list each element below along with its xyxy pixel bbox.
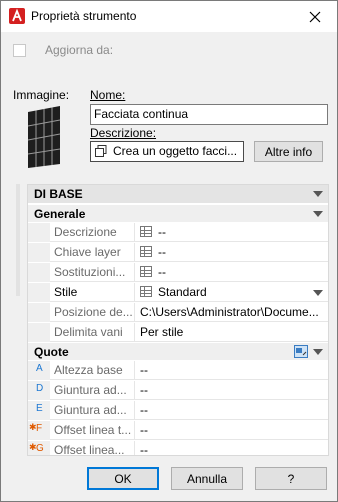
chevron-down-icon <box>313 349 323 355</box>
more-info-button[interactable]: Altre info <box>254 141 323 162</box>
curtain-wall-preview-image <box>27 106 61 168</box>
property-name: Delimita vani <box>50 323 135 342</box>
property-value[interactable]: -- <box>136 441 328 455</box>
close-button[interactable] <box>293 1 337 32</box>
property-value-text: -- <box>158 245 166 259</box>
description-value: Crea un oggetto facci... <box>113 144 238 158</box>
property-value-text: Standard <box>158 285 207 299</box>
property-value[interactable]: C:\Users\Administrator\Docume... <box>136 303 328 322</box>
property-name: Altezza base <box>50 361 135 380</box>
property-value[interactable]: -- <box>136 243 328 262</box>
chevron-down-icon <box>313 211 323 217</box>
row-gutter: D <box>28 381 50 400</box>
section-basic[interactable]: DI BASE <box>28 185 328 203</box>
table-icon <box>140 226 152 237</box>
row-gutter: A <box>28 361 50 380</box>
property-value[interactable]: -- <box>136 223 328 242</box>
chevron-down-icon <box>313 290 323 296</box>
close-icon <box>309 11 321 22</box>
update-from-label: Aggiorna da: <box>45 43 114 57</box>
row-gutter <box>28 223 50 242</box>
row-gutter <box>28 303 50 322</box>
row-gutter: E <box>28 401 50 420</box>
tool-properties-dialog: Proprietà strumento Aggiorna da: Immagin… <box>0 0 338 502</box>
property-name: Offset linea t... <box>50 421 135 440</box>
property-row[interactable]: A Altezza base -- <box>28 361 328 380</box>
property-value[interactable]: -- <box>136 421 328 440</box>
style-dropdown[interactable]: Standard <box>136 283 328 302</box>
copy-icon <box>95 145 107 157</box>
property-row[interactable]: Delimita vani Per stile <box>28 323 328 342</box>
group-dimensions[interactable]: Quote <box>28 342 328 360</box>
property-value[interactable]: -- <box>136 381 328 400</box>
title-bar: Proprietà strumento <box>1 1 337 32</box>
property-value[interactable]: Per stile <box>136 323 328 342</box>
property-row[interactable]: Chiave layer -- <box>28 243 328 262</box>
description-field[interactable]: Crea un oggetto facci... <box>90 141 244 162</box>
property-name: Sostituzioni... <box>50 263 135 282</box>
property-row[interactable]: Stile Standard <box>28 283 328 302</box>
dimension-letter: E <box>36 403 43 414</box>
description-label: Descrizione: <box>90 126 157 140</box>
property-row[interactable]: Posizione de... C:\Users\Administrator\D… <box>28 303 328 322</box>
properties-panel: DI BASE Generale Descrizione -- Chiave l… <box>27 184 329 456</box>
group-general[interactable]: Generale <box>28 204 328 222</box>
row-gutter <box>28 283 50 302</box>
property-value-text: -- <box>158 225 166 239</box>
window-title: Proprietà strumento <box>31 9 137 23</box>
property-row[interactable]: Descrizione -- <box>28 223 328 242</box>
dimension-letter: D <box>36 383 44 394</box>
dimension-letter: G <box>36 443 44 454</box>
row-gutter <box>28 263 50 282</box>
property-row[interactable]: E Giuntura ad... -- <box>28 401 328 420</box>
table-icon <box>140 266 152 277</box>
table-icon <box>140 246 152 257</box>
property-row[interactable]: Sostituzioni... -- <box>28 263 328 282</box>
group-dimensions-label: Quote <box>34 345 69 359</box>
name-input[interactable]: Facciata continua <box>90 104 328 125</box>
property-value[interactable]: -- <box>136 263 328 282</box>
image-label: Immagine: <box>13 88 70 102</box>
property-name: Posizione de... <box>50 303 135 322</box>
property-name: Giuntura ad... <box>50 401 135 420</box>
row-gutter: ✱ F <box>28 421 50 440</box>
table-icon <box>140 286 152 297</box>
property-value-text: -- <box>158 265 166 279</box>
property-value[interactable]: -- <box>136 361 328 380</box>
property-name: Chiave layer <box>50 243 135 262</box>
ok-button[interactable]: OK <box>87 467 159 490</box>
row-gutter <box>28 243 50 262</box>
chevron-down-icon <box>313 191 323 197</box>
dimension-image-icon[interactable] <box>294 345 308 358</box>
dimension-letter: A <box>36 363 43 374</box>
property-row[interactable]: ✱ G Offset linea... -- <box>28 441 328 455</box>
autocad-app-icon <box>9 8 25 24</box>
cancel-button[interactable]: Annulla <box>171 467 243 490</box>
row-gutter: ✱ G <box>28 441 50 455</box>
property-name: Stile <box>50 283 135 302</box>
section-basic-label: DI BASE <box>34 187 83 201</box>
property-name: Offset linea... <box>50 441 135 455</box>
group-general-label: Generale <box>34 207 86 221</box>
row-gutter <box>28 323 50 342</box>
property-name: Giuntura ad... <box>50 381 135 400</box>
panel-side-strip <box>16 184 20 296</box>
dimension-letter: F <box>36 423 43 434</box>
name-label: Nome: <box>90 88 126 102</box>
property-name: Descrizione <box>50 223 135 242</box>
property-value[interactable]: -- <box>136 401 328 420</box>
property-row[interactable]: ✱ F Offset linea t... -- <box>28 421 328 440</box>
help-button[interactable]: ? <box>255 467 327 490</box>
property-row[interactable]: D Giuntura ad... -- <box>28 381 328 400</box>
update-from-checkbox[interactable] <box>13 44 26 57</box>
